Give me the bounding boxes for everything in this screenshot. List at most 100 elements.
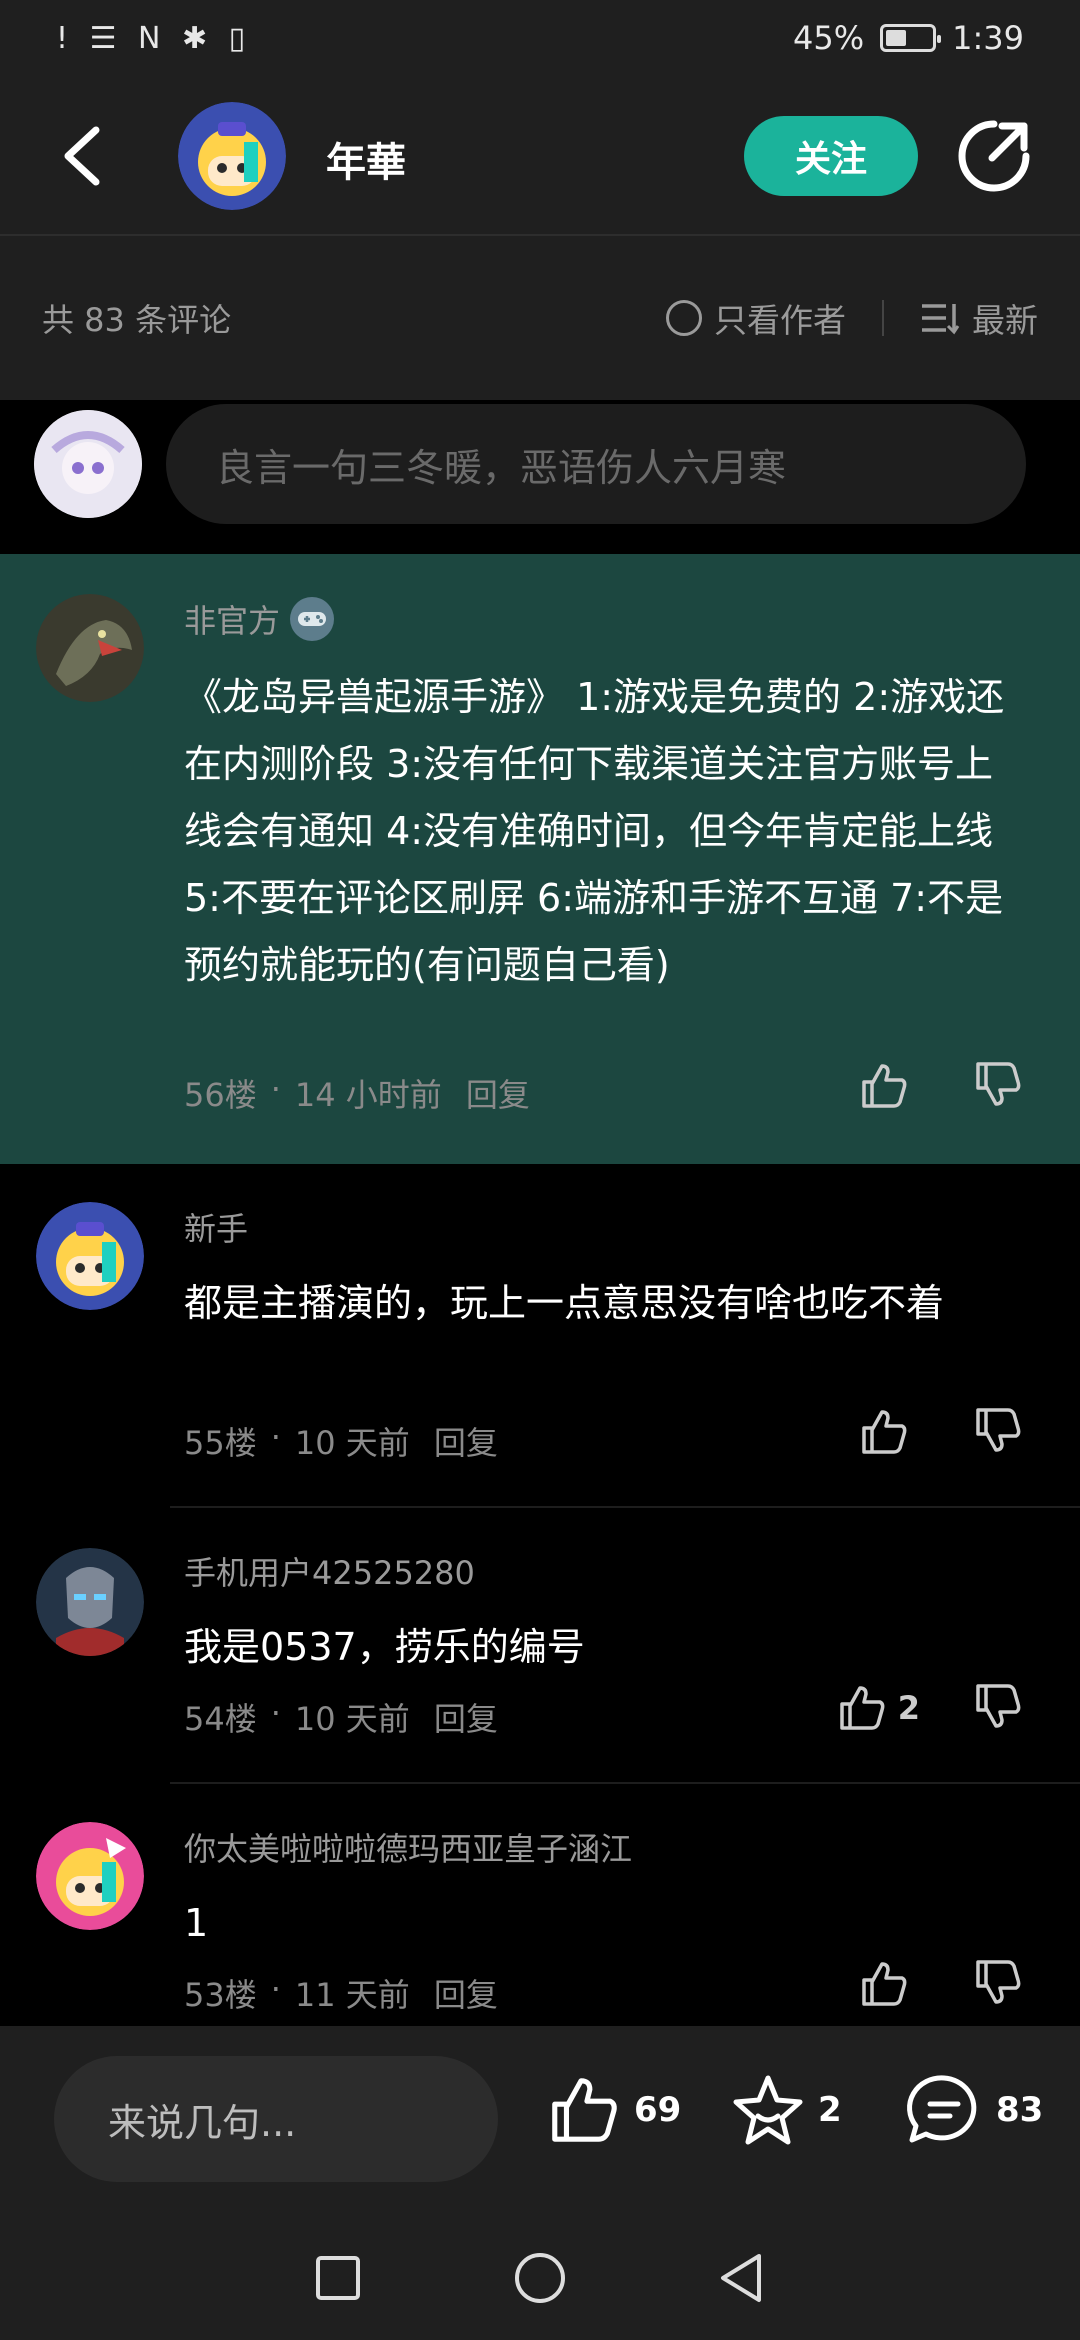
thumbs-up-icon	[862, 1410, 907, 1454]
sort-button[interactable]: 最新	[920, 294, 1038, 342]
favorite-button[interactable]: 2	[730, 2072, 842, 2148]
comment-floor: 55楼	[184, 1424, 257, 1462]
gamepad-badge-icon	[290, 597, 335, 641]
comment-avatar[interactable]	[36, 1548, 144, 1656]
status-icons: ! ☰ N ✱ ▯	[56, 21, 251, 56]
recent-apps-button[interactable]	[313, 2253, 363, 2307]
status-right: 45% 1:39	[793, 19, 1024, 57]
author-only-toggle[interactable]: 只看作者	[666, 294, 846, 342]
header: 年華 关注	[0, 76, 1080, 236]
thumbs-up-icon	[862, 1064, 907, 1108]
comment-meta: 54楼 · 10 天前 回复	[184, 1694, 498, 1740]
like-count: 2	[897, 1689, 920, 1727]
comment-actions	[858, 1404, 1024, 1460]
back-button[interactable]	[60, 118, 120, 194]
sort-icon	[922, 304, 960, 335]
follow-button[interactable]: 关注	[744, 116, 918, 196]
meta-dot: ·	[270, 1694, 281, 1732]
reply-button[interactable]: 回复	[434, 1694, 498, 1740]
comment-item: 你太美啦啦啦德玛西亚皇子涵江 1 53楼 · 11 天前 回复	[0, 1784, 1080, 2026]
sort-label: 最新	[972, 301, 1038, 340]
like-button[interactable]	[858, 1958, 920, 2010]
dislike-button[interactable]	[972, 1404, 1024, 1460]
post-like-button[interactable]: 69	[546, 2072, 681, 2148]
comment-avatar[interactable]	[36, 1822, 144, 1930]
comment-time: 14 小时前	[294, 1076, 442, 1114]
triangle-back-icon	[721, 2254, 761, 2302]
comment-time: 10 天前	[294, 1700, 410, 1738]
radio-circle-icon	[666, 300, 702, 336]
reply-button[interactable]: 回复	[466, 1070, 530, 1116]
like-button[interactable]	[858, 1060, 920, 1112]
comment-floor: 53楼	[184, 1976, 257, 2014]
comment-actions	[858, 1956, 1024, 2012]
comment-text: 1	[184, 1901, 209, 1945]
battery-percent: 45%	[793, 19, 865, 57]
favorite-count: 2	[818, 2090, 842, 2130]
comment-meta: 53楼 · 11 天前 回复	[184, 1970, 498, 2016]
dislike-button[interactable]	[972, 1956, 1024, 2012]
comment-meta: 55楼 · 10 天前 回复	[184, 1418, 498, 1464]
like-button[interactable]: 2	[836, 1682, 920, 1734]
bottom-action-bar: 来说几句... 69 2 83	[0, 2026, 1080, 2220]
author-avatar[interactable]	[178, 102, 286, 210]
comments-button[interactable]: 83	[904, 2072, 1043, 2148]
comment-item: 新手 都是主播演的，玩上一点意思没有啥也吃不着 55楼 · 10 天前 回复	[0, 1164, 1080, 1508]
comment-text: 我是0537，捞乐的编号	[184, 1625, 585, 1669]
comment-item: 手机用户42525280 我是0537，捞乐的编号 54楼 · 10 天前 回复…	[0, 1508, 1080, 1784]
comment-avatar[interactable]	[36, 1202, 144, 1310]
battery-icon	[880, 24, 942, 52]
back-nav-button[interactable]	[717, 2251, 767, 2309]
thumbs-up-icon	[862, 1962, 907, 2006]
circle-icon	[515, 2253, 565, 2303]
like-button[interactable]	[858, 1406, 920, 1458]
comment-text: 《龙岛异兽起源手游》 1:游戏是免费的 2:游戏还在内测阶段 3:没有任何下载渠…	[184, 675, 1005, 987]
comment-input[interactable]: 良言一句三冬暖，恶语伤人六月寒	[166, 404, 1026, 524]
comment-username[interactable]: 新手	[184, 1204, 248, 1250]
post-like-count: 69	[634, 2090, 682, 2130]
comments-count: 83	[996, 2090, 1044, 2130]
clock: 1:39	[952, 19, 1024, 57]
comment-floor: 56楼	[184, 1076, 257, 1114]
comment-user-row: 非官方	[184, 594, 335, 644]
share-button[interactable]	[956, 118, 1032, 194]
comment-actions	[858, 1058, 1024, 1114]
dislike-button[interactable]	[972, 1680, 1024, 1736]
thumbs-down-icon	[976, 1408, 1021, 1452]
comment-username[interactable]: 非官方	[184, 596, 280, 642]
star-icon	[733, 2075, 803, 2145]
thumbs-up-icon	[552, 2078, 617, 2142]
comment-actions: 2	[836, 1680, 1024, 1736]
square-icon	[316, 2256, 360, 2300]
meta-dot: ·	[270, 1418, 281, 1456]
chat-bubble-icon	[907, 2075, 977, 2143]
meta-dot: ·	[270, 1970, 281, 2008]
home-button[interactable]	[513, 2251, 567, 2309]
filter-divider	[882, 300, 884, 336]
reply-input[interactable]: 来说几句...	[54, 2056, 498, 2182]
status-icons-text: ! ☰ N ✱ ▯	[56, 20, 252, 56]
reply-button[interactable]: 回复	[434, 1970, 498, 2016]
comment-meta: 56楼 · 14 小时前 回复	[184, 1070, 530, 1116]
comment-input-row: 良言一句三冬暖，恶语伤人六月寒	[0, 400, 1080, 554]
status-bar: ! ☰ N ✱ ▯ 45% 1:39	[0, 0, 1080, 76]
author-only-label: 只看作者	[714, 301, 846, 340]
comment-username[interactable]: 你太美啦啦啦德玛西亚皇子涵江	[184, 1824, 632, 1870]
thumbs-down-icon	[976, 1960, 1021, 2004]
meta-dot: ·	[270, 1070, 281, 1108]
reply-button[interactable]: 回复	[434, 1418, 498, 1464]
dislike-button[interactable]	[972, 1058, 1024, 1114]
my-avatar	[34, 410, 142, 518]
comment-count: 共 83 条评论	[42, 301, 232, 339]
comment-text: 都是主播演的，玩上一点意思没有啥也吃不着	[184, 1281, 945, 1325]
comment-time: 10 天前	[294, 1424, 410, 1462]
share-icon	[958, 120, 1030, 192]
comment-item: 非官方 《龙岛异兽起源手游》 1:游戏是免费的 2:游戏还在内测阶段 3:没有任…	[0, 554, 1080, 1164]
comment-username[interactable]: 手机用户42525280	[184, 1548, 475, 1594]
comment-filters: 只看作者 最新	[666, 294, 1038, 342]
comment-floor: 54楼	[184, 1700, 257, 1738]
author-name: 年華	[326, 140, 406, 186]
system-nav-bar	[0, 2220, 1080, 2340]
thumbs-down-icon	[976, 1684, 1021, 1728]
comment-avatar[interactable]	[36, 594, 144, 702]
